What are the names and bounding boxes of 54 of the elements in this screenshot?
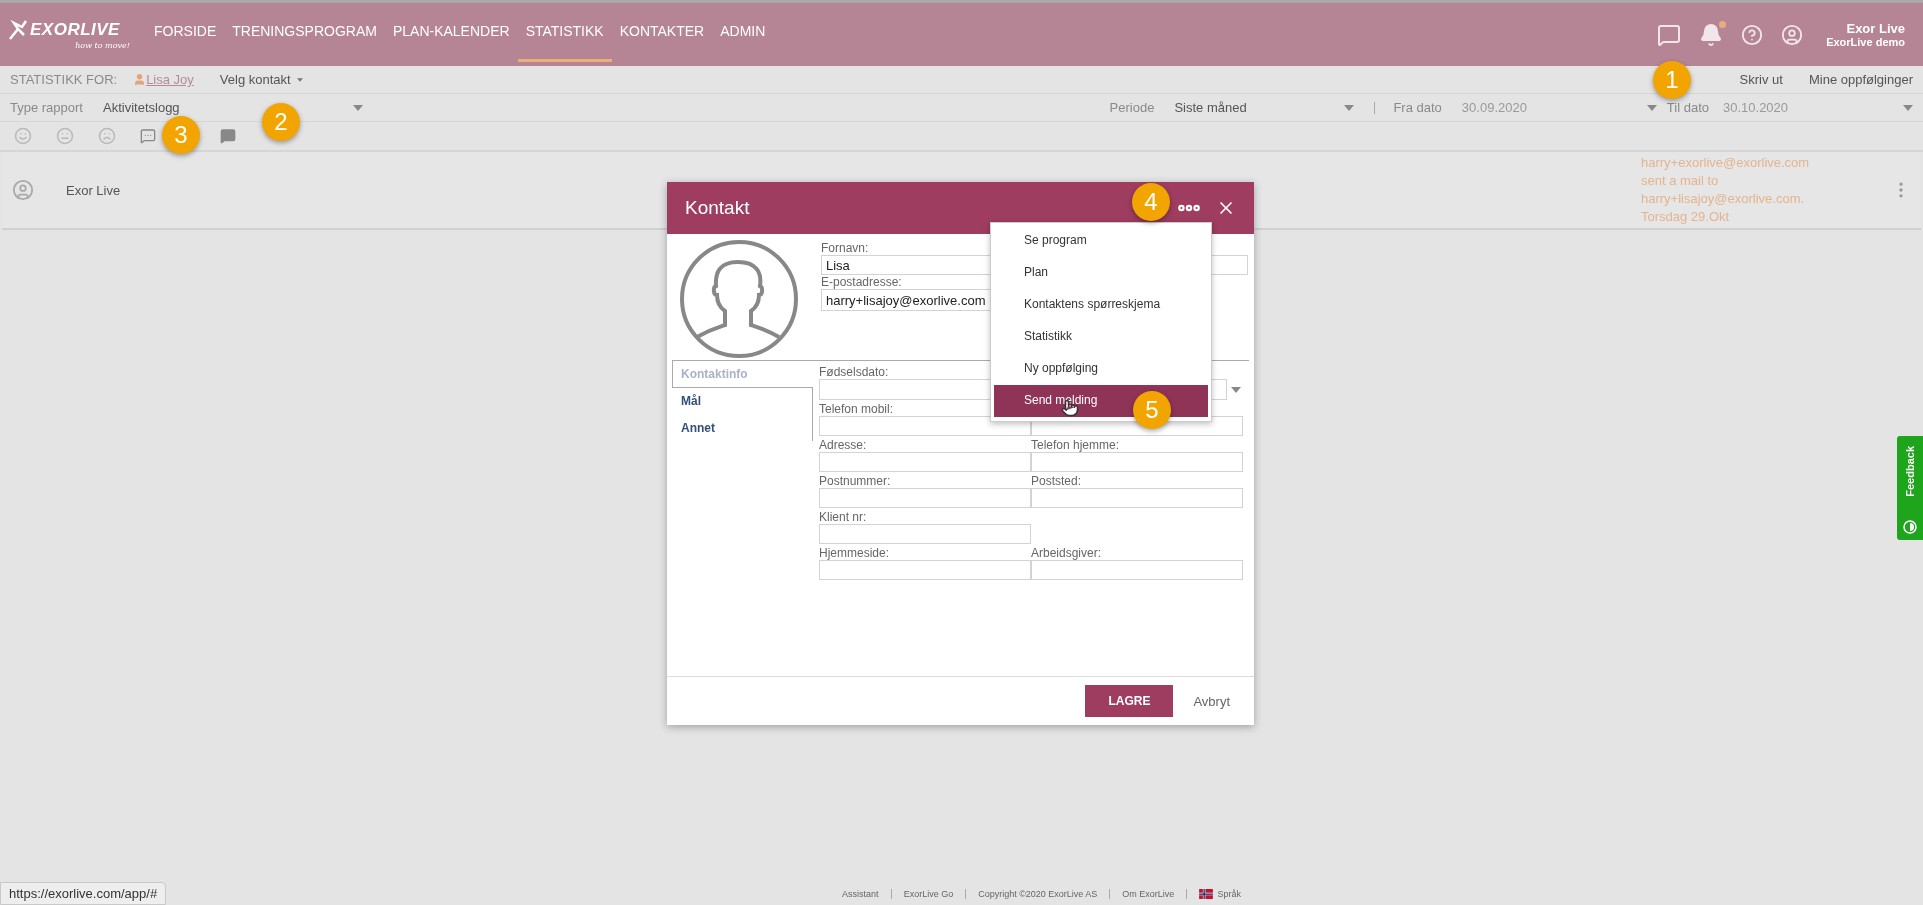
field-label: E-postadresse:	[821, 275, 902, 289]
field-label: Fornavn:	[821, 241, 869, 255]
footer-link[interactable]: Om ExorLive	[1109, 889, 1187, 899]
toolbar-link[interactable]: Skriv ut	[1739, 72, 1783, 87]
step-marker: 1	[1653, 61, 1691, 99]
menu-item[interactable]: Plan	[994, 257, 1208, 289]
field-label: Hjemmeside:	[819, 546, 890, 560]
from-date-label: Fra dato	[1393, 100, 1442, 115]
field-label: Telefon mobil:	[819, 402, 894, 416]
menu-item[interactable]: Se program	[994, 225, 1208, 257]
step-marker: 2	[262, 103, 300, 141]
footer-link[interactable]: Assistant	[830, 889, 891, 899]
logo-wordmark: EXORLIVE	[30, 20, 120, 40]
report-label: Type rapport	[10, 100, 83, 115]
contact-picker[interactable]: Velg kontakt	[219, 72, 303, 87]
activity-message: harry+lisajoy@exorlive.com.	[1641, 190, 1806, 208]
step-marker: 3	[162, 116, 200, 154]
activity-message: sent a mail to	[1641, 172, 1720, 190]
toolbar-link[interactable]: Mine oppfølginger	[1808, 72, 1913, 87]
period-dropdown[interactable]: Siste måned	[1174, 100, 1355, 115]
activity-message: Torsdag 29.Okt	[1641, 208, 1731, 226]
to-date-label: Til dato	[1666, 100, 1709, 115]
user-name: Exor Live	[1846, 21, 1905, 36]
menu-item[interactable]: Ny oppfølging	[994, 353, 1208, 385]
field-label: Fødselsdato:	[819, 365, 889, 379]
footer-link[interactable]: Copyright ©2020 ExorLive AS	[965, 889, 1110, 899]
activity-message: harry+exorlive@exorlive.com	[1641, 154, 1811, 172]
nav-tab[interactable]: FORSIDE	[146, 3, 225, 62]
dialog-tab[interactable]: Annet	[672, 415, 812, 442]
field-label: Postnummer:	[819, 474, 891, 488]
cancel-link[interactable]: Avbryt	[1193, 693, 1230, 709]
save-button[interactable]: LAGRE	[1085, 685, 1174, 717]
context-label: STATISTIKK FOR:	[10, 72, 118, 87]
status-url: https://exorlive.com/app/#	[0, 882, 167, 905]
logo-tagline: how to move!	[75, 41, 130, 50]
footer-link[interactable]: ExorLive Go	[890, 889, 966, 899]
contact-name: Exor Live	[66, 182, 121, 198]
field-label: Arbeidsgiver:	[1031, 546, 1102, 560]
field-label: Adresse:	[819, 438, 867, 452]
nav-tab[interactable]: TRENINGSPROGRAM	[224, 3, 385, 62]
field-label: Poststed:	[1031, 474, 1082, 488]
nav-tab[interactable]: KONTAKTER	[611, 3, 713, 62]
field-label: Telefon hjemme:	[1031, 438, 1120, 452]
footer-link[interactable]: Språk	[1186, 889, 1253, 899]
nav-tab[interactable]: STATISTIKK	[517, 3, 612, 62]
nav-tab[interactable]: PLAN-KALENDER	[384, 3, 518, 62]
dialog-tab[interactable]: Mål	[672, 388, 812, 415]
account-name: ExorLive demo	[1826, 36, 1905, 48]
nav-tab[interactable]: ADMIN	[712, 3, 774, 62]
menu-item[interactable]: Statistikk	[994, 321, 1208, 353]
feedback-tab[interactable]: Feedback	[1897, 436, 1923, 540]
dialog-title: Kontakt	[685, 197, 750, 219]
period-label: Periode	[1109, 100, 1155, 115]
field-label: Klient nr:	[819, 510, 867, 524]
